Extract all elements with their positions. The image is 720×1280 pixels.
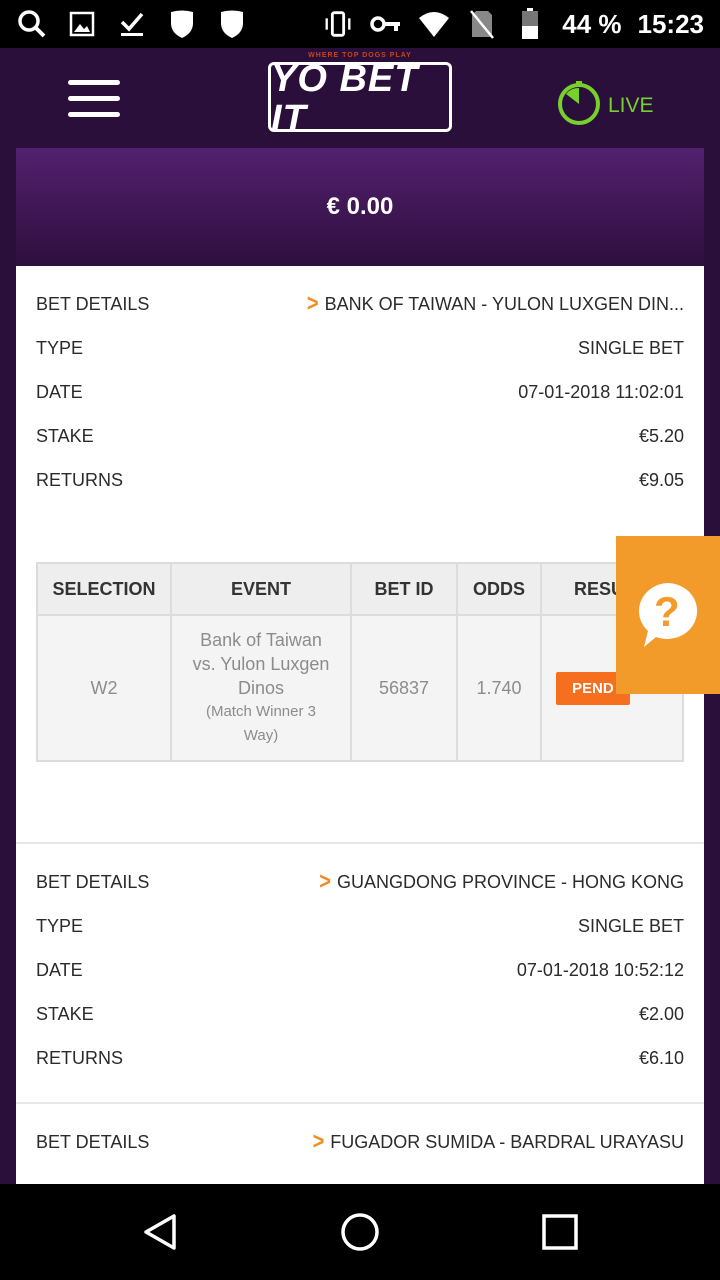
bet-details-label: BET DETAILS [36, 1131, 150, 1152]
col-odds: ODDS [456, 562, 542, 616]
cell-odds: 1.740 [456, 614, 542, 762]
event-line-1: Bank of Taiwan [200, 630, 322, 650]
type-label: TYPE [36, 337, 84, 358]
bet-card: BET DETAILS > FUGADOR SUMIDA - BARDRAL UR… [16, 1104, 704, 1164]
selection-table: SELECTION EVENT BET ID ODDS RESU W2 Bank… [36, 562, 684, 762]
shield-icon [166, 8, 198, 40]
stake-label: STAKE [36, 1003, 94, 1024]
stake-value: €5.20 [638, 425, 684, 446]
bet-stake-row: STAKE €5.20 [36, 414, 684, 458]
vpn-key-icon [370, 8, 402, 40]
home-circle-icon [341, 1213, 379, 1251]
returns-label: RETURNS [36, 1047, 124, 1068]
logo-text: YO BET IT [271, 57, 419, 140]
bet-history-list: BET DETAILS > BANK OF TAIWAN - YULON LUXG… [16, 266, 704, 1184]
returns-label: RETURNS [36, 469, 124, 490]
bet-details-row[interactable]: BET DETAILS > GUANGDONG PROVINCE - HONG K… [36, 860, 684, 904]
app-header: WHERE TOP DOGS PLAY YO BET IT LIVE [0, 48, 720, 148]
bet-returns-row: RETURNS €9.05 [36, 458, 684, 502]
recents-button[interactable] [540, 1212, 580, 1252]
bet-date-row: DATE 07-01-2018 10:52:12 [36, 948, 684, 992]
wifi-icon [418, 8, 450, 40]
col-event: EVENT [170, 562, 352, 616]
date-label: DATE [36, 959, 83, 980]
help-question-mark: ? [654, 588, 680, 635]
event-line-2: vs. Yulon Luxgen [192, 654, 330, 674]
live-button[interactable]: LIVE [556, 80, 654, 132]
home-button[interactable] [340, 1212, 380, 1252]
table-row: W2 Bank of Taiwan vs. Yulon Luxgen Dinos… [36, 614, 684, 762]
search-icon [16, 8, 48, 40]
stake-value: €2.00 [638, 1003, 684, 1024]
type-label: TYPE [36, 915, 84, 936]
type-value: SINGLE BET [577, 337, 684, 358]
bet-details-row[interactable]: BET DETAILS > BANK OF TAIWAN - YULON LUXG… [36, 282, 684, 326]
date-label: DATE [36, 381, 83, 402]
type-value: SINGLE BET [577, 915, 684, 936]
download-done-icon [116, 8, 148, 40]
recents-square-icon [542, 1214, 578, 1250]
balance-banner: € 0.00 [16, 148, 704, 266]
battery-percent: 44 % [562, 8, 622, 39]
status-bar: 44 % 15:23 [0, 0, 720, 48]
bet-details-label: BET DETAILS [36, 293, 150, 314]
no-sim-icon [466, 8, 498, 40]
market-line-2: Way) [243, 727, 279, 744]
date-value: 07-01-2018 11:02:01 [518, 381, 684, 402]
bet-returns-row: RETURNS €6.10 [36, 1036, 684, 1080]
bet-event-name[interactable]: FUGADOR SUMIDA - BARDRAL URAYASU [330, 1132, 684, 1153]
battery-icon [514, 8, 546, 40]
cell-selection: W2 [36, 614, 172, 762]
bet-card: BET DETAILS > BANK OF TAIWAN - YULON LUXG… [16, 266, 704, 502]
android-nav-bar [0, 1184, 720, 1280]
help-button[interactable]: ? [616, 536, 720, 694]
col-selection: SELECTION [36, 562, 172, 616]
chevron-right-icon: > [312, 1128, 325, 1155]
returns-value: €9.05 [638, 469, 684, 490]
market-line-1: (Match Winner 3 [205, 703, 317, 720]
col-bet-id: BET ID [350, 562, 458, 616]
bet-event-name[interactable]: GUANGDONG PROVINCE - HONG KONG [337, 872, 684, 893]
yobetit-logo[interactable]: WHERE TOP DOGS PLAY YO BET IT [268, 52, 452, 139]
live-label: LIVE [608, 94, 654, 117]
stake-label: STAKE [36, 425, 94, 446]
bet-type-row: TYPE SINGLE BET [36, 326, 684, 370]
clock: 15:23 [637, 8, 705, 39]
date-value: 07-01-2018 10:52:12 [516, 959, 684, 980]
image-icon [66, 8, 98, 40]
balance-amount: € 0.00 [326, 193, 394, 220]
chevron-right-icon: > [306, 290, 319, 317]
bet-details-row[interactable]: BET DETAILS > FUGADOR SUMIDA - BARDRAL UR… [36, 1120, 684, 1164]
vibrate-icon [322, 8, 354, 40]
cell-event: Bank of Taiwan vs. Yulon Luxgen Dinos (M… [170, 614, 352, 762]
table-header-row: SELECTION EVENT BET ID ODDS RESU [36, 562, 684, 616]
bet-type-row: TYPE SINGLE BET [36, 904, 684, 948]
bet-stake-row: STAKE €2.00 [36, 992, 684, 1036]
back-button[interactable] [140, 1212, 180, 1252]
back-triangle-icon [144, 1214, 176, 1250]
returns-value: €6.10 [638, 1047, 684, 1068]
bet-details-label: BET DETAILS [36, 871, 150, 892]
bet-event-name[interactable]: BANK OF TAIWAN - YULON LUXGEN DIN... [325, 294, 684, 315]
event-line-3: Dinos [237, 678, 285, 698]
stopwatch-icon [556, 80, 602, 132]
hamburger-menu-icon[interactable] [68, 80, 120, 120]
bet-date-row: DATE 07-01-2018 11:02:01 [36, 370, 684, 414]
bet-card: BET DETAILS > GUANGDONG PROVINCE - HONG K… [16, 844, 704, 1080]
shield-icon-2 [216, 8, 248, 40]
chevron-right-icon: > [319, 868, 331, 895]
cell-bet-id: 56837 [350, 614, 458, 762]
